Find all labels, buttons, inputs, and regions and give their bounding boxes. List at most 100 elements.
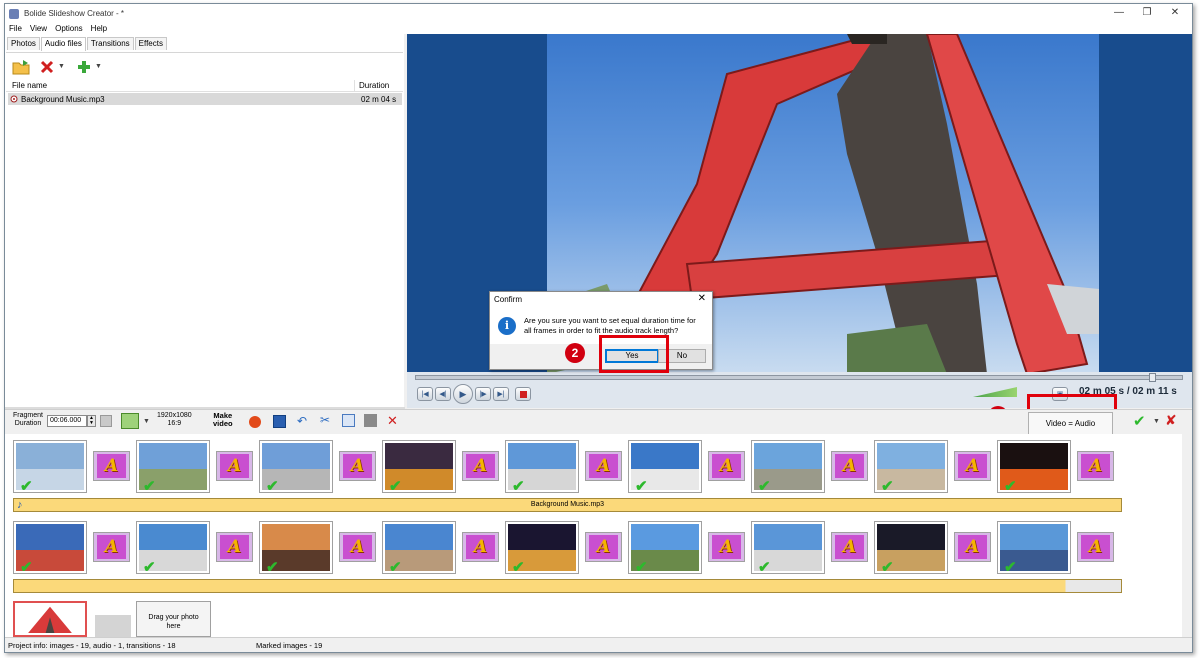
seek-handle[interactable] (1149, 373, 1156, 382)
transition-tile[interactable]: A (831, 532, 868, 562)
transition-tile[interactable]: A (585, 532, 622, 562)
seek-bar[interactable] (415, 373, 1183, 382)
make-video-button[interactable]: Make video (213, 412, 233, 428)
menu-file[interactable]: File (5, 23, 26, 34)
go-start-icon[interactable]: |◀ (417, 387, 433, 401)
transition-tile[interactable]: A (216, 532, 253, 562)
file-name-header[interactable]: File name (6, 80, 355, 91)
add-dropdown-icon[interactable]: ▼ (95, 63, 102, 70)
timeline-thumb[interactable]: ✔ (628, 440, 702, 494)
timeline-thumb[interactable]: ✔ (505, 440, 579, 494)
timeline-thumb[interactable]: ✔ (136, 521, 210, 575)
checkmark-icon[interactable]: ✔ (143, 479, 156, 494)
remove-icon[interactable]: ✕ (387, 413, 398, 429)
timeline-thumb[interactable]: ✔ (997, 521, 1071, 575)
checkmark-icon[interactable]: ✔ (635, 479, 648, 494)
fragment-duration-input[interactable]: 00:06.000 (47, 415, 87, 427)
checkmark-icon[interactable]: ✔ (1004, 560, 1017, 575)
checkmark-icon[interactable]: ✔ (635, 560, 648, 575)
checkmark-icon[interactable]: ✔ (881, 560, 894, 575)
menu-options[interactable]: Options (51, 23, 87, 34)
transition-tile[interactable]: A (1077, 532, 1114, 562)
undo-icon[interactable]: ↶ (297, 414, 307, 428)
transition-tile[interactable]: A (1077, 451, 1114, 481)
dialog-close-icon[interactable]: ✕ (698, 293, 706, 304)
duration-spinner[interactable]: ▲ ▼ (87, 415, 96, 427)
apply-check-icon[interactable]: ✔ (1133, 412, 1146, 430)
add-icon[interactable] (75, 58, 93, 76)
transition-tile[interactable]: A (708, 451, 745, 481)
transition-tile[interactable]: A (339, 532, 376, 562)
timeline-thumb[interactable]: ✔ (874, 440, 948, 494)
checkmark-icon[interactable]: ✔ (389, 560, 402, 575)
restore-icon[interactable]: ❐ (1133, 6, 1161, 20)
paste-icon[interactable] (364, 414, 377, 427)
tab-transitions[interactable]: Transitions (86, 37, 134, 50)
timeline-thumb[interactable]: ✔ (382, 521, 456, 575)
file-list-row[interactable]: Background Music.mp3 02 m 04 s (8, 93, 402, 105)
transition-tile[interactable]: A (93, 451, 130, 481)
checkmark-icon[interactable]: ✔ (143, 560, 156, 575)
timeline-thumb[interactable]: ✔ (259, 521, 333, 575)
open-folder-icon[interactable] (12, 58, 30, 76)
timeline-thumb[interactable]: ✔ (136, 440, 210, 494)
timeline-thumb[interactable]: ✔ (751, 440, 825, 494)
checkmark-icon[interactable]: ✔ (512, 479, 525, 494)
next-frame-icon[interactable]: |▶ (475, 387, 491, 401)
timeline-thumb[interactable]: ✔ (259, 440, 333, 494)
transition-tile[interactable]: A (954, 532, 991, 562)
transition-tile[interactable]: A (831, 451, 868, 481)
checkmark-icon[interactable]: ✔ (1004, 479, 1017, 494)
apply-dropdown-icon[interactable]: ▼ (1153, 418, 1160, 425)
tab-photos[interactable]: Photos (7, 37, 40, 50)
go-end-icon[interactable]: ▶| (493, 387, 509, 401)
tab-effects[interactable]: Effects (134, 37, 167, 50)
delete-dropdown-icon[interactable]: ▼ (58, 63, 65, 70)
video-mode-select[interactable]: Video = Audio (1028, 412, 1113, 436)
minimize-icon[interactable]: — (1105, 6, 1133, 20)
drop-zone[interactable]: Drag your photo here (136, 601, 211, 637)
timeline-thumb-selected[interactable] (13, 601, 87, 637)
checkmark-icon[interactable]: ✔ (266, 479, 279, 494)
copy-icon[interactable] (342, 414, 355, 427)
checkmark-icon[interactable]: ✔ (758, 479, 771, 494)
close-icon[interactable]: ✕ (1161, 6, 1189, 20)
transition-tile[interactable]: A (216, 451, 253, 481)
tab-audio-files[interactable]: Audio files (40, 37, 86, 51)
cut-icon[interactable]: ✂ (320, 413, 330, 427)
timeline-thumb[interactable]: ✔ (751, 521, 825, 575)
checkmark-icon[interactable]: ✔ (20, 479, 33, 494)
transition-tile[interactable]: A (93, 532, 130, 562)
transition-tile[interactable]: A (954, 451, 991, 481)
transition-tile[interactable]: A (462, 451, 499, 481)
duration-header[interactable]: Duration (355, 80, 389, 91)
record-icon[interactable] (249, 416, 261, 428)
timeline-thumb[interactable]: ✔ (874, 521, 948, 575)
timeline-thumb[interactable]: ✔ (382, 440, 456, 494)
menu-help[interactable]: Help (87, 23, 111, 34)
timeline-thumb[interactable]: ✔ (628, 521, 702, 575)
timeline-scrollbar[interactable] (1182, 434, 1192, 637)
checkmark-icon[interactable]: ✔ (20, 560, 33, 575)
timeline-thumb[interactable]: ✔ (505, 521, 579, 575)
volume-slider[interactable] (973, 387, 1017, 397)
person-icon[interactable] (121, 413, 139, 429)
timeline-thumb[interactable]: ✔ (13, 440, 87, 494)
transition-tile[interactable]: A (585, 451, 622, 481)
save-icon[interactable] (273, 415, 286, 428)
checkmark-icon[interactable]: ✔ (758, 560, 771, 575)
color-swatch[interactable] (100, 415, 112, 427)
transition-tile[interactable]: A (708, 532, 745, 562)
transition-tile[interactable]: A (339, 451, 376, 481)
prev-frame-icon[interactable]: ◀| (435, 387, 451, 401)
audio-track[interactable]: ♪ Background Music.mp3 (13, 498, 1122, 512)
menu-view[interactable]: View (26, 23, 51, 34)
checkmark-icon[interactable]: ✔ (881, 479, 894, 494)
stop-icon[interactable] (515, 387, 531, 401)
clear-check-icon[interactable]: ✘ (1165, 412, 1177, 429)
checkmark-icon[interactable]: ✔ (389, 479, 402, 494)
play-icon[interactable]: ▶ (453, 384, 473, 404)
transition-tile[interactable]: A (462, 532, 499, 562)
timeline-thumb[interactable]: ✔ (13, 521, 87, 575)
resolution-button[interactable]: 1920x1080 16:9 (157, 412, 192, 428)
